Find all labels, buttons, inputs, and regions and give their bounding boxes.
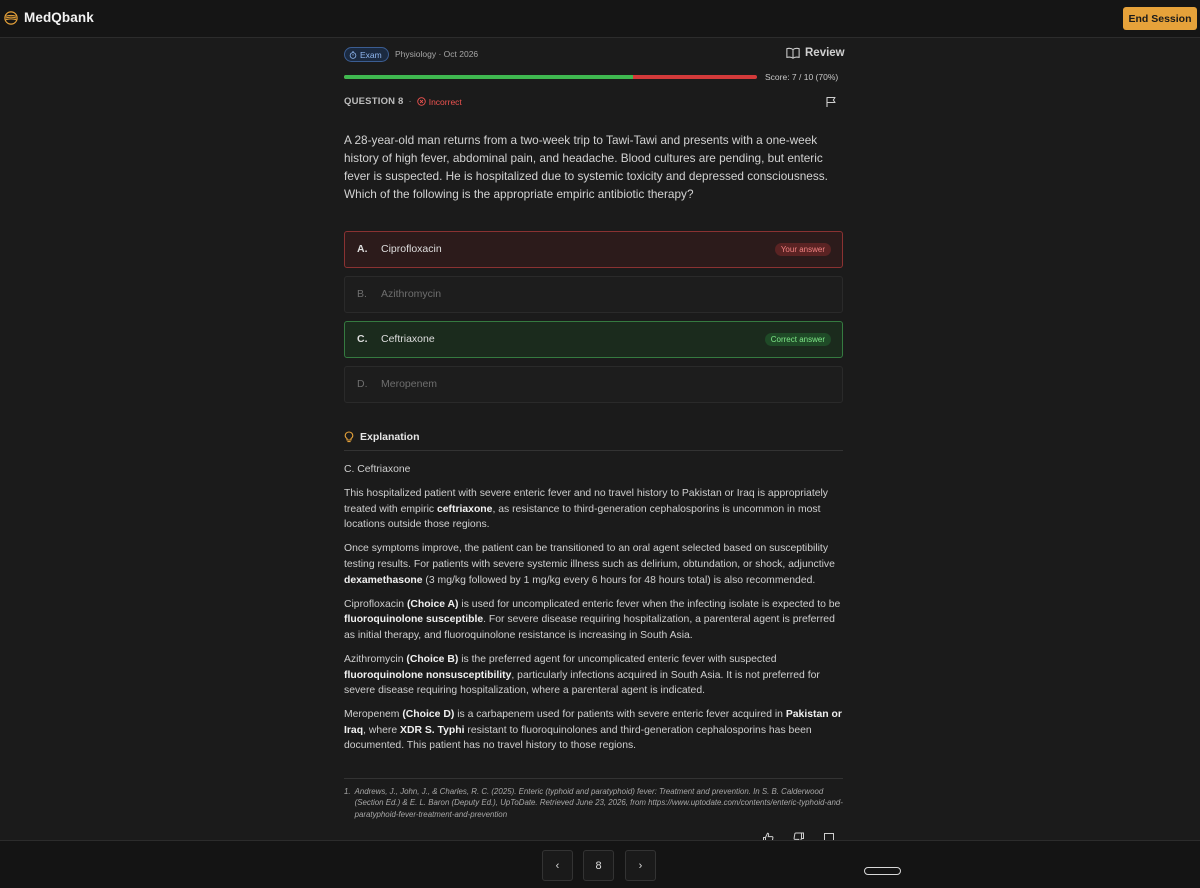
explanation-body: C. Ceftriaxone This hospitalized patient… — [344, 462, 843, 763]
flag-button[interactable] — [825, 95, 837, 113]
exam-badge-label: Exam — [360, 49, 382, 60]
lightbulb-icon — [344, 431, 354, 443]
text-run: is a carbapenem used for patients with s… — [454, 709, 786, 721]
option-text: Meropenem — [381, 378, 438, 390]
timer-icon — [349, 50, 357, 59]
emphasis: (Choice A) — [406, 598, 459, 610]
question-stem: A 28-year-old man returns from a two-wee… — [344, 133, 828, 201]
option-text: Ciprofloxacin — [381, 243, 442, 255]
option-text: Ceftriaxone — [381, 333, 435, 345]
option-letter: A. — [357, 243, 368, 255]
end-session-button[interactable]: End Session — [1123, 7, 1197, 30]
bottom-nav-bar: ‹ 8 › — [0, 840, 1200, 888]
review-label: Review — [805, 47, 845, 59]
emphasis: (Choice B) — [406, 653, 459, 665]
option-letter: C. — [357, 333, 368, 345]
book-icon — [786, 47, 800, 59]
text-run: Once symptoms improve, the patient can b… — [344, 543, 835, 570]
reference-item: 1. Andrews, J., John, J., & Charles, R. … — [344, 786, 843, 820]
divider — [344, 450, 843, 451]
text-run: , where — [363, 724, 401, 736]
session-meta: Physiology · Oct 2026 — [395, 49, 479, 59]
reference-number: 1. — [344, 787, 351, 796]
option-a[interactable]: A. Ciprofloxacin Your answer — [344, 231, 843, 268]
your-answer-badge: Your answer — [774, 243, 831, 256]
correct-answer-line: C. Ceftriaxone — [344, 464, 411, 475]
text-run: Azithromycin — [344, 653, 407, 665]
score-progress-bar — [344, 75, 757, 79]
text-run: (3 mg/kg followed by 1 mg/kg every 6 hou… — [422, 574, 816, 586]
emphasis: XDR S. Typhi — [400, 724, 465, 736]
status-label: Incorrect — [428, 96, 462, 107]
emphasis: fluoroquinolone susceptible — [344, 614, 484, 626]
next-question-button[interactable]: › — [625, 850, 656, 881]
text-run: is the preferred agent for uncomplicated… — [458, 653, 777, 665]
emphasis: (Choice D) — [402, 709, 455, 721]
option-letter: D. — [357, 378, 368, 390]
text-run: is used for uncomplicated enteric fever … — [458, 598, 841, 610]
flag-icon — [826, 96, 836, 107]
explanation-paragraph-5: Meropenem (Choice D) is a carbapenem use… — [344, 707, 843, 754]
x-circle-icon — [416, 97, 426, 106]
explanation-paragraph-4: Azithromycin (Choice B) is the preferred… — [344, 652, 843, 699]
question-number: QUESTION 8 — [344, 96, 404, 107]
emphasis: ceftriaxone — [436, 503, 493, 515]
explanation-paragraph-1: This hospitalized patient with severe en… — [344, 486, 843, 533]
option-d[interactable]: D. Meropenem — [344, 366, 843, 403]
explanation-heading: Explanation — [360, 431, 420, 443]
text-run: Meropenem — [344, 709, 403, 721]
app-name: MedQbank — [24, 10, 94, 25]
review-button[interactable]: Review — [786, 47, 845, 59]
incorrect-status: Incorrect — [416, 96, 462, 107]
question-header: QUESTION 8 · Incorrect — [344, 96, 462, 107]
option-c[interactable]: C. Ceftriaxone Correct answer — [344, 321, 843, 358]
previous-question-button[interactable]: ‹ — [542, 850, 573, 881]
emphasis: fluoroquinolone nonsusceptibility — [344, 669, 512, 681]
question-number-button[interactable]: 8 — [583, 850, 614, 881]
divider — [344, 778, 843, 779]
separator-dot: · — [408, 96, 412, 107]
progress-correct-fill — [344, 75, 634, 79]
correct-answer-badge: Correct answer — [764, 333, 831, 346]
option-text: Azithromycin — [381, 288, 442, 300]
option-letter: B. — [357, 288, 367, 300]
current-question-number: 8 — [595, 859, 602, 872]
reference-text[interactable]: Andrews, J., John, J., & Charles, R. C. … — [355, 786, 843, 820]
explanation-paragraph-2: Once symptoms improve, the patient can b… — [344, 541, 843, 588]
explanation-paragraph-3: Ciprofloxacin (Choice A) is used for unc… — [344, 597, 843, 644]
explanation-header: Explanation — [344, 431, 420, 443]
exam-mode-badge: Exam — [344, 47, 389, 62]
option-b[interactable]: B. Azithromycin — [344, 276, 843, 313]
chevron-right-icon: › — [638, 859, 643, 872]
top-bar: MedQbank End Session — [0, 0, 1200, 38]
brand[interactable]: MedQbank — [4, 10, 94, 25]
chevron-left-icon: ‹ — [555, 859, 560, 872]
home-indicator — [864, 867, 901, 875]
logo-icon — [4, 10, 18, 25]
score-text: Score: 7 / 10 (70%) — [765, 72, 839, 82]
text-run: Ciprofloxacin — [344, 598, 407, 610]
emphasis: dexamethasone — [344, 574, 423, 586]
